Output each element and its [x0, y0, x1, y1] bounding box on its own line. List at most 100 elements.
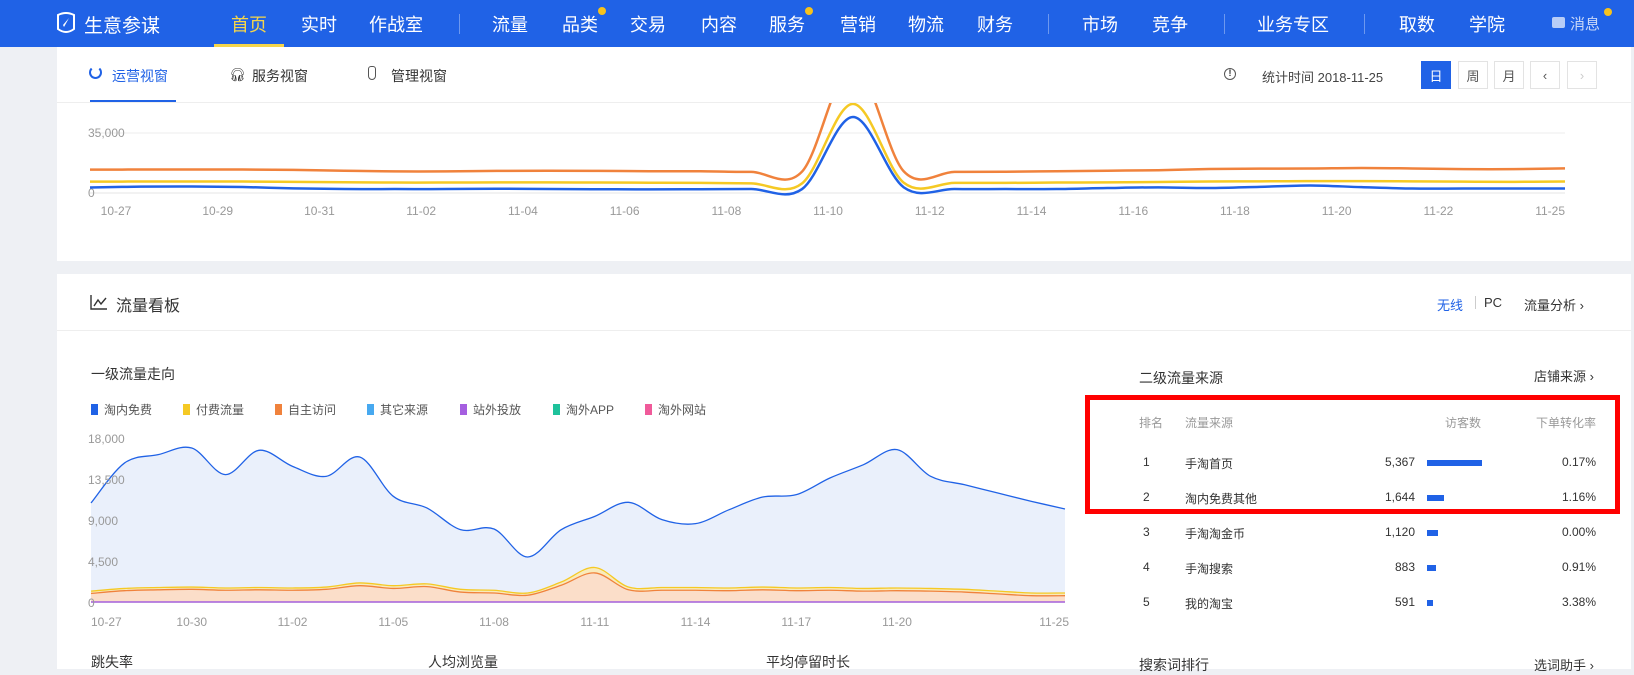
visitor-bar: [1427, 495, 1444, 501]
x-tick-label: 10-31: [304, 204, 335, 218]
tab-active-underline: [90, 100, 176, 102]
y-tick-label: 9,000: [88, 514, 118, 528]
row-conversion-rate: 1.16%: [1561, 490, 1596, 504]
x-tick-label: 11-20: [1322, 204, 1352, 218]
row-rank: 1: [1143, 455, 1150, 469]
x-tick-label: 11-08: [711, 204, 741, 218]
x-tick-label: 11-06: [610, 204, 640, 218]
x-tick-label: 11-05: [378, 615, 408, 629]
row-rank: 4: [1143, 560, 1150, 574]
row-visitors: 1,644: [1384, 490, 1415, 504]
legend-swatch: [91, 404, 98, 415]
legend-item[interactable]: 其它来源: [367, 401, 428, 418]
notification-dot: [1604, 8, 1612, 16]
nav-warroom[interactable]: 作战室: [369, 11, 423, 37]
primary-flow-title: 一级流量走向: [91, 366, 175, 382]
y-tick-label: 13,500: [88, 473, 125, 487]
divider: [57, 330, 1631, 331]
row-visitors: 883: [1394, 560, 1415, 574]
wireless-toggle[interactable]: 无线: [1437, 295, 1463, 314]
y-tick-label: 0: [88, 596, 95, 610]
row-rank: 3: [1143, 525, 1150, 539]
prev-button[interactable]: ‹: [1530, 61, 1560, 89]
nav-data-fetch[interactable]: 取数: [1399, 11, 1435, 37]
x-tick-label: 11-17: [781, 615, 811, 629]
x-tick-label: 11-22: [1424, 204, 1454, 218]
shop-sources-link[interactable]: 店铺来源 ›: [1534, 366, 1594, 385]
tab-service-view[interactable]: 服务视窗: [252, 66, 308, 86]
legend-item[interactable]: 站外投放: [460, 401, 521, 418]
next-button[interactable]: ›: [1567, 61, 1597, 89]
header-rank: 排名: [1139, 416, 1164, 430]
legend-label: 淘外网站: [658, 403, 707, 417]
tab-management-view[interactable]: 管理视窗: [391, 66, 447, 86]
messages-link[interactable]: 消息: [1570, 13, 1600, 34]
nav-finance[interactable]: 财务: [977, 11, 1013, 37]
nav-academy[interactable]: 学院: [1469, 11, 1505, 37]
legend-swatch: [275, 404, 282, 415]
legend-item[interactable]: 自主访问: [275, 401, 336, 418]
nav-divider: [1364, 14, 1365, 34]
nav-home[interactable]: 首页: [231, 11, 267, 37]
row-conversion-rate: 0.17%: [1561, 455, 1596, 469]
legend-item[interactable]: 付费流量: [183, 401, 244, 418]
legend-item[interactable]: 淘内免费: [91, 401, 152, 418]
x-tick-label: 11-02: [278, 615, 308, 629]
legend-label: 淘外APP: [566, 403, 615, 417]
notification-dot: [598, 7, 606, 15]
nav-trade[interactable]: 交易: [630, 11, 666, 37]
headset-icon: 🎧︎: [229, 67, 246, 82]
nav-business-zone[interactable]: 业务专区: [1257, 11, 1329, 37]
legend-item[interactable]: 淘外网站: [645, 401, 706, 418]
avg-stay-time-label: 平均停留时长: [766, 654, 850, 670]
nav-category[interactable]: 品类: [562, 11, 598, 37]
legend-item[interactable]: 淘外APP: [553, 401, 614, 418]
legend-swatch: [367, 404, 374, 415]
nav-marketing[interactable]: 营销: [840, 11, 876, 37]
traffic-analysis-link[interactable]: 流量分析 ›: [1524, 295, 1584, 314]
visitor-bar: [1427, 460, 1482, 466]
tab-operations-view[interactable]: 运营视窗: [112, 66, 168, 86]
x-tick-label: 11-25: [1039, 615, 1069, 629]
legend-swatch: [553, 404, 560, 415]
y-tick-label: 4,500: [88, 555, 118, 569]
nav-market[interactable]: 市场: [1082, 11, 1118, 37]
compass-logo-icon: [57, 12, 75, 33]
period-month-button[interactable]: 月: [1494, 61, 1524, 89]
keyword-helper-link[interactable]: 选词助手 ›: [1534, 655, 1594, 674]
mail-icon[interactable]: [1552, 17, 1565, 28]
period-day-button[interactable]: 日: [1421, 61, 1451, 89]
nav-competition[interactable]: 竞争: [1152, 11, 1188, 37]
legend-label: 其它来源: [380, 403, 429, 417]
header-source: 流量来源: [1185, 416, 1234, 430]
badge-icon: [368, 66, 376, 80]
row-source: 手淘首页: [1185, 457, 1234, 471]
brand-name[interactable]: 生意参谋: [84, 11, 160, 38]
traffic-board-title: 流量看板: [116, 298, 181, 315]
legend-swatch: [645, 404, 652, 415]
x-tick-label: 11-18: [1220, 204, 1250, 218]
nav-realtime[interactable]: 实时: [301, 11, 337, 37]
row-conversion-rate: 0.00%: [1561, 525, 1596, 539]
x-tick-label: 11-25: [1535, 204, 1565, 218]
row-visitors: 5,367: [1384, 455, 1415, 469]
notification-dot: [805, 7, 813, 15]
nav-service[interactable]: 服务: [769, 11, 805, 37]
legend-label: 淘内免费: [104, 403, 153, 417]
bounce-rate-label: 跳失率: [91, 654, 133, 670]
y-tick-label: 35,000: [88, 126, 125, 140]
x-tick-label: 11-16: [1118, 204, 1148, 218]
nav-logistics[interactable]: 物流: [908, 11, 944, 37]
top-nav: 生意参谋 首页 实时 作战室 流量 品类 交易 内容 服务 营销 物流 财务 市…: [0, 0, 1634, 47]
period-week-button[interactable]: 周: [1458, 61, 1488, 89]
pc-toggle[interactable]: PC: [1484, 295, 1502, 310]
nav-traffic[interactable]: 流量: [492, 11, 528, 37]
legend-label: 站外投放: [473, 403, 522, 417]
row-source: 手淘淘金币: [1185, 527, 1246, 541]
x-tick-label: 10-30: [176, 615, 207, 629]
visitor-bar: [1427, 530, 1439, 536]
nav-content[interactable]: 内容: [701, 11, 737, 37]
info-icon[interactable]: !: [1224, 68, 1236, 80]
nav-divider: [1048, 14, 1049, 34]
nav-divider: [1224, 14, 1225, 34]
